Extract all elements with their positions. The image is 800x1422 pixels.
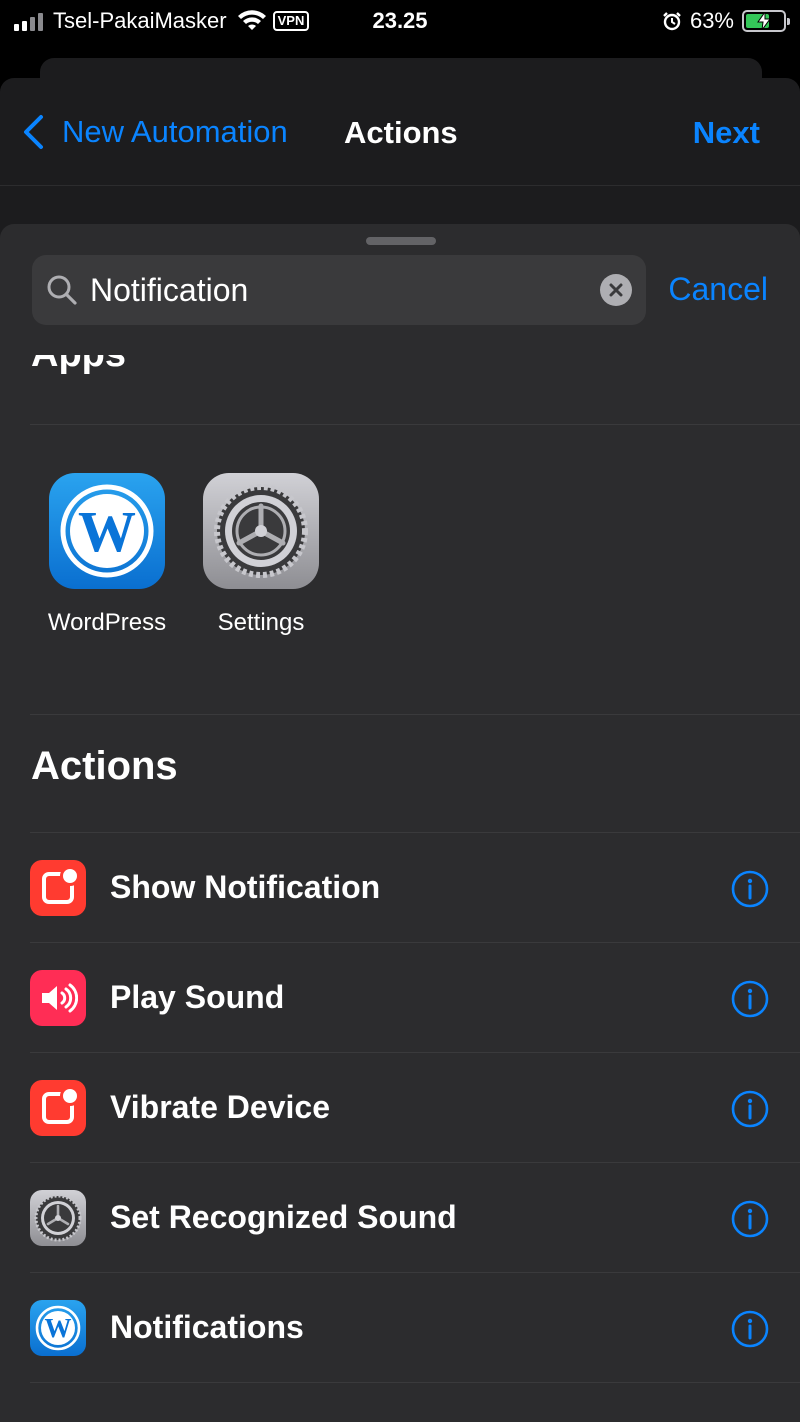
app-tile-settings[interactable]: Settings (186, 473, 336, 637)
wordpress-icon: W (30, 1300, 86, 1356)
action-row-vibrate-device[interactable]: Vibrate Device (0, 1053, 800, 1163)
clear-search-button[interactable] (600, 274, 632, 306)
cellular-signal-icon (14, 11, 43, 31)
svg-text:W: W (45, 1313, 72, 1343)
info-icon[interactable] (731, 1090, 769, 1128)
action-row-play-sound[interactable]: Play Sound (0, 943, 800, 1053)
action-label: Vibrate Device (110, 1089, 330, 1125)
info-icon[interactable] (731, 1200, 769, 1238)
speaker-icon (30, 970, 86, 1026)
divider (30, 714, 800, 715)
vpn-badge: VPN (272, 11, 310, 31)
close-icon (609, 283, 623, 297)
app-label: WordPress (47, 609, 167, 636)
svg-text:W: W (78, 499, 136, 564)
action-label: Play Sound (110, 979, 285, 1015)
notification-icon (30, 860, 86, 916)
settings-gear-icon (30, 1190, 86, 1246)
back-button[interactable]: New Automation (22, 114, 288, 150)
status-bar: Tsel-PakaiMasker VPN 23.25 63% (0, 0, 800, 44)
wifi-icon (237, 10, 266, 30)
search-input[interactable] (90, 255, 590, 325)
settings-gear-icon (203, 473, 319, 589)
action-row-show-notification[interactable]: Show Notification (0, 833, 800, 943)
back-button-label: New Automation (62, 114, 288, 149)
action-label: Notifications (110, 1309, 304, 1345)
info-icon[interactable] (731, 1310, 769, 1348)
app-label: Settings (217, 609, 305, 636)
battery-charging-icon (742, 10, 790, 32)
actions-section-heading: Actions (31, 744, 178, 788)
chevron-left-icon (24, 115, 43, 149)
action-label: Set Recognized Sound (110, 1199, 457, 1235)
divider (30, 424, 800, 425)
carrier-name: Tsel-PakaiMasker (53, 8, 227, 33)
app-tile-wordpress[interactable]: W WordPress (32, 473, 182, 637)
actions-sheet: Cancel Apps W WordPress (0, 224, 800, 1422)
alarm-icon (663, 12, 681, 31)
notification-icon (30, 1080, 86, 1136)
battery-percentage: 63% (689, 8, 734, 33)
action-row-notifications[interactable]: W Notifications (0, 1273, 800, 1383)
info-icon[interactable] (731, 870, 769, 908)
cancel-button[interactable]: Cancel (668, 271, 768, 308)
page-title: Actions (344, 115, 458, 150)
search-row: Cancel (0, 255, 800, 325)
action-row-set-recognized-sound[interactable]: Set Recognized Sound (0, 1163, 800, 1273)
next-button[interactable]: Next (693, 115, 760, 151)
search-icon (47, 275, 77, 305)
results-list[interactable]: Apps W WordPress (0, 355, 800, 1422)
clock: 23.25 (372, 8, 428, 33)
sheet-grabber[interactable] (366, 237, 436, 245)
action-label: Show Notification (110, 869, 381, 905)
search-field[interactable] (32, 255, 646, 325)
navigation-bar: New Automation Actions Next (0, 78, 800, 186)
info-icon[interactable] (731, 980, 769, 1018)
apps-section-heading: Apps (31, 355, 126, 376)
wordpress-icon: W (49, 473, 165, 589)
